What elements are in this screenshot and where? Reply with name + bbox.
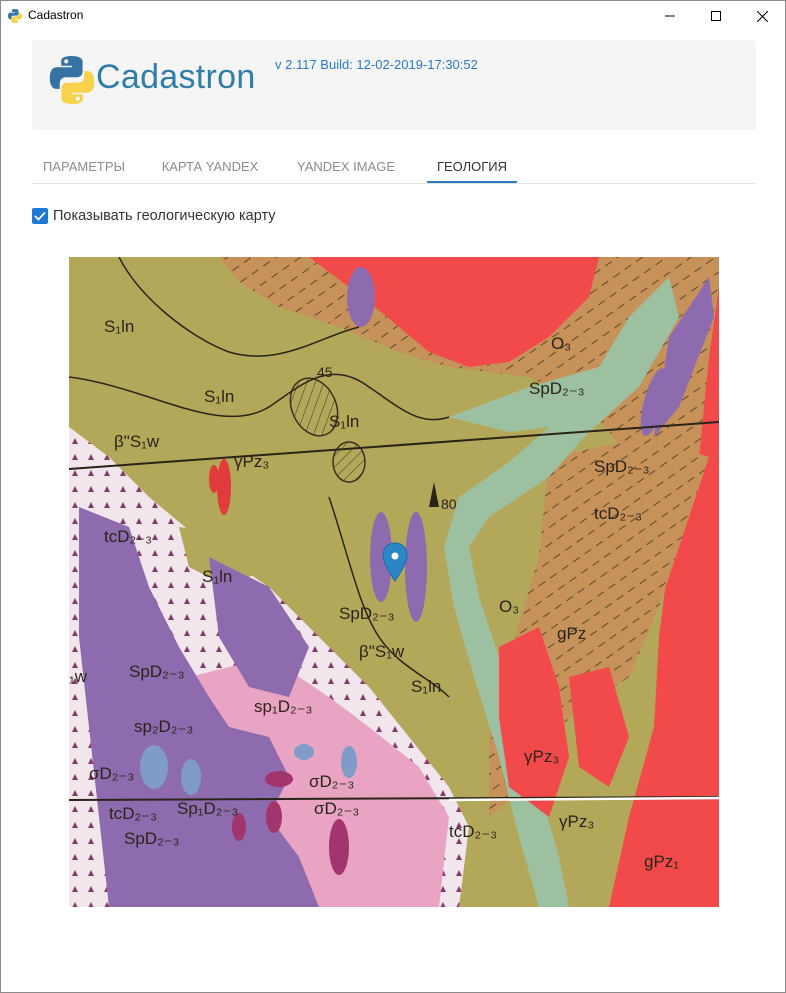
- map-purple-lens-5: [347, 267, 375, 327]
- map-label-sd-c: σD₂₋₃: [314, 799, 359, 818]
- map-label-spd-c: SpD₂₋₃: [339, 604, 395, 623]
- map-label-tcd-c: tcD₂₋₃: [109, 804, 157, 823]
- close-icon: [756, 10, 768, 22]
- map-label-s1ln-b: S₁ln: [204, 387, 234, 406]
- tab-yandex-image[interactable]: YANDEX IMAGE: [292, 151, 400, 182]
- map-label-s1ln-e: S₁ln: [411, 677, 441, 696]
- map-label-dip80: 80: [441, 496, 457, 512]
- map-label-gpz3-a: γPz₃: [234, 452, 269, 471]
- map-label-o3-b: O₃: [499, 597, 519, 616]
- map-label-sd-b: σD₂₋₃: [309, 772, 354, 791]
- maximize-icon: [711, 11, 721, 21]
- show-geology-map-label[interactable]: Показывать геологическую карту: [53, 208, 276, 224]
- map-label-tcd-d: tcD₂₋₃: [449, 822, 497, 841]
- map-label-spd-e: SpD₂₋₃: [124, 829, 180, 848]
- map-label-beta-s1w-a: β"S₁w: [114, 432, 160, 451]
- map-label-spd-small: Sp₁D₂₋₃: [177, 799, 238, 818]
- window-title: Cadastron: [28, 8, 84, 22]
- checkmark-icon: [34, 211, 46, 221]
- show-geology-map-checkbox-row[interactable]: Показывать геологическую карту: [32, 206, 276, 226]
- map-label-tcd-b: tcD₂₋₃: [594, 504, 642, 523]
- map-label-sd-a: σD₂₋₃: [89, 764, 134, 783]
- map-label-gpz3-c: γPz₃: [559, 812, 594, 831]
- app-window: Cadastron Cadastron v 2.117 Build: 12-02…: [0, 0, 786, 993]
- show-geology-map-checkbox[interactable]: [32, 208, 48, 224]
- map-blue-lens-2: [181, 759, 201, 795]
- map-label-s1ln-d: S₁ln: [202, 567, 232, 586]
- map-label-tcd-a: tcD₂₋₃: [104, 527, 152, 546]
- maximize-button[interactable]: [693, 1, 739, 31]
- map-magenta-lens-1: [265, 771, 293, 787]
- map-label-dip45: 45: [317, 364, 333, 380]
- geology-map-image[interactable]: S₁ln S₁ln S₁ln S₁ln S₁ln 45 80 β"S₁w β"S…: [69, 257, 719, 907]
- map-purple-lens-4: [405, 512, 427, 622]
- map-label-beta-s1w-b: β"S₁w: [359, 642, 405, 661]
- map-red-lens-2: [209, 465, 219, 493]
- header-panel: Cadastron v 2.117 Build: 12-02-2019-17:3…: [32, 40, 756, 130]
- map-blue-lens-1: [140, 745, 168, 789]
- tab-parameters[interactable]: ПАРАМЕТРЫ: [32, 151, 136, 182]
- tab-geology[interactable]: ГЕОЛОГИЯ: [427, 151, 517, 183]
- map-label-o3-a: O₃: [551, 334, 571, 353]
- close-button[interactable]: [739, 1, 785, 31]
- map-label-s1ln-c: S₁ln: [329, 412, 359, 431]
- map-label-sp1d: sp₁D₂₋₃: [254, 697, 312, 716]
- minimize-icon: [665, 15, 675, 17]
- map-red-lens-1: [217, 459, 231, 515]
- tab-yandex-map[interactable]: КАРТА YANDEX: [156, 151, 264, 182]
- map-label-w-left: ₁w: [69, 667, 88, 686]
- python-logo-icon: [49, 56, 95, 104]
- python-app-icon: [8, 9, 22, 23]
- map-label-sp2d: sp₂D₂₋₃: [134, 717, 193, 736]
- tab-bar: ПАРАМЕТРЫ КАРТА YANDEX YANDEX IMAGE ГЕОЛ…: [32, 151, 756, 184]
- geology-map[interactable]: S₁ln S₁ln S₁ln S₁ln S₁ln 45 80 β"S₁w β"S…: [69, 257, 719, 907]
- map-label-gpz-b: gPz₁: [644, 852, 679, 871]
- map-label-spd-d: SpD₂₋₃: [129, 662, 185, 681]
- minimize-button[interactable]: [647, 1, 693, 31]
- map-blue-lens-4: [294, 744, 314, 760]
- map-magenta-lens-3: [329, 819, 349, 875]
- map-magenta-lens-2: [266, 801, 282, 833]
- map-label-gpz3-b: γPz₃: [524, 747, 559, 766]
- title-bar[interactable]: Cadastron: [1, 1, 785, 31]
- version-info: v 2.117 Build: 12-02-2019-17:30:52: [275, 57, 478, 72]
- map-label-s1ln-a: S₁ln: [104, 317, 134, 336]
- map-label-spd-b: SpD₂₋₃: [594, 457, 650, 476]
- app-brand-name: Cadastron: [96, 58, 256, 96]
- map-label-spd-a: SpD₂₋₃: [529, 379, 585, 398]
- map-label-gpz-a: gPz: [557, 624, 586, 643]
